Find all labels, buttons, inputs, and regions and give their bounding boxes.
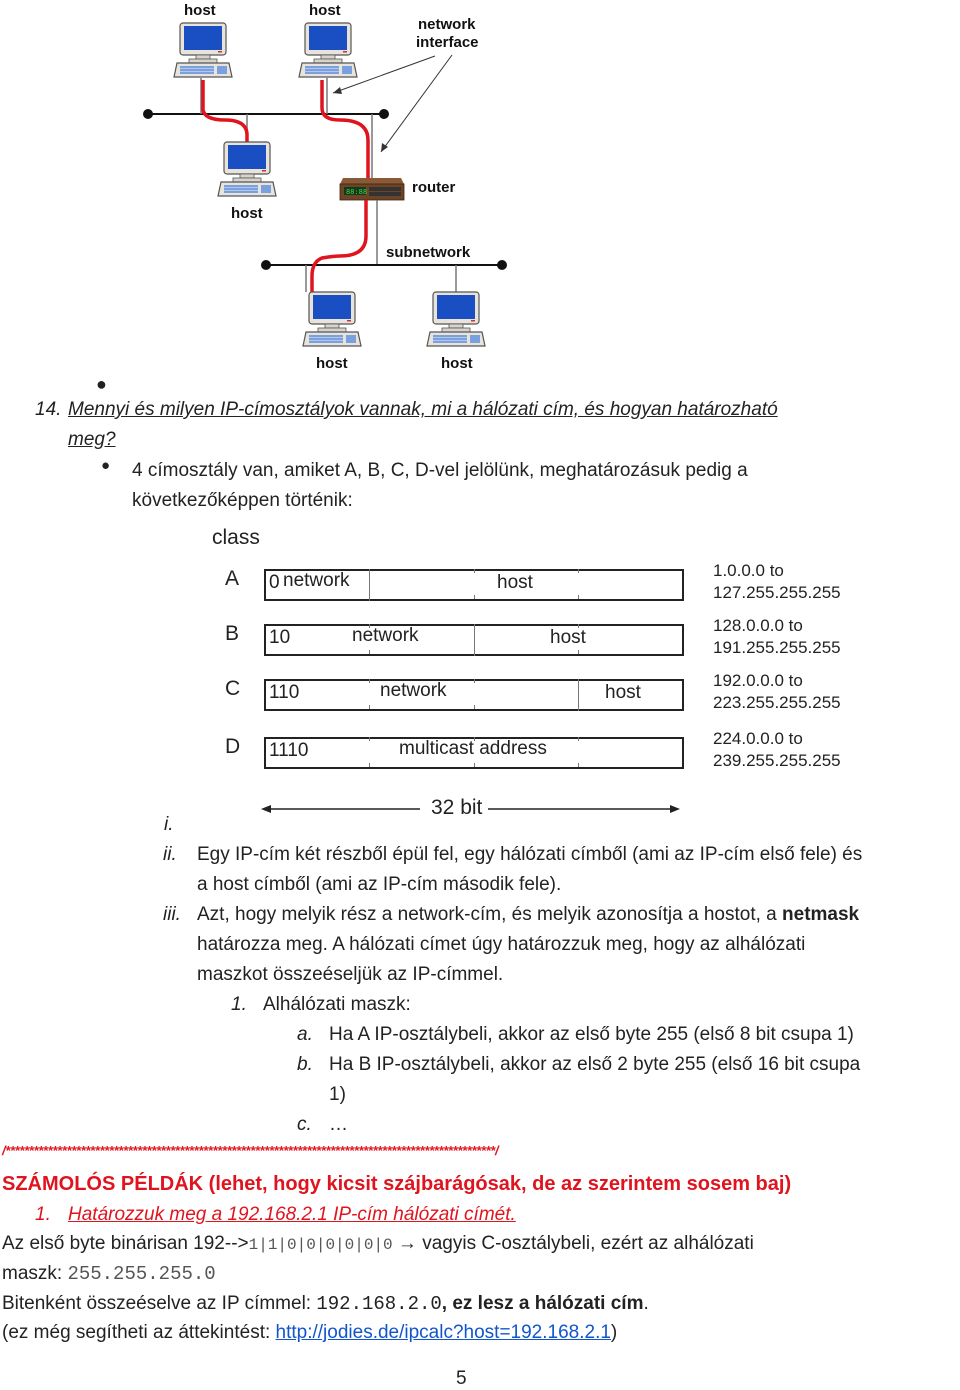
list-item-iii-cont: határozza meg. A hálózati címet úgy hatá… [197,934,806,955]
list-marker-c: c. [297,1114,312,1135]
subnet-mask-heading: Alhálózati maszk: [263,994,411,1015]
label-host: host [231,205,263,222]
question-title: Mennyi és milyen IP-címosztályok vannak,… [68,399,778,420]
host-computer-icon [173,22,233,78]
label-host: host [309,2,341,19]
cable-line [201,80,249,142]
ipcalc-link[interactable]: http://jodies.de/ipcalc?host=192.168.2.1 [276,1322,611,1343]
label-host: host [316,355,348,372]
ip-class-diagram: class A 0 network host 1.0.0.0 to 127.255.255… [195,520,895,819]
list-marker-iii: iii. [163,904,181,925]
list-item-iii-cont: maszkot összeéseljük az IP-címmel. [197,964,504,985]
label-network-interface: interface [416,34,479,51]
network-diagram: 88:88 host host network interface router… [143,2,507,372]
label-host: host [184,2,216,19]
answer-text: 4 címosztály van, amiket A, B, C, D-vel … [132,460,748,481]
subnet-mask-value: 255.255.255.0 [67,1263,216,1285]
netmask-term: netmask [782,904,860,925]
label-network-interface: network [418,16,476,33]
cable-line [320,80,370,178]
list-marker-b: b. [297,1054,313,1075]
list-marker-ii: ii. [163,844,177,865]
example-1-title: Határozzuk meg a 192.168.2.1 IP-cím háló… [68,1204,516,1225]
network-address-value: 192.168.2.0 [316,1293,442,1315]
svg-text:88:88: 88:88 [346,188,367,196]
host-computer-icon [217,141,277,197]
bit-width-label: 32 bit [431,796,483,819]
answer-text-cont: következőképpen történik: [132,490,353,511]
router-icon: 88:88 [339,178,405,201]
label-router: router [412,179,456,196]
question-number: 14. [35,399,62,420]
list-item-iii: Azt, hogy melyik rész a network-cím, és … [197,904,860,925]
list-item-ii: Egy IP-cím két részből épül fel, egy hál… [197,844,863,865]
page-number: 5 [456,1368,467,1389]
list-item-c: … [329,1114,348,1135]
bit-width-arrow [261,805,680,813]
host-computer-icon [298,22,358,78]
list-item-ii-cont: a host címből (ami az IP-cím második fel… [197,874,562,895]
example-line-1: Az első byte binárisan 192-->1|1|0|0|0|0… [2,1233,754,1254]
separator-line: /***************************************… [2,1143,499,1158]
list-marker-a: a. [297,1024,313,1045]
example-line-4: (ez még segítheti az áttekintést: http:/… [2,1322,618,1343]
binary-bits: 1|1|0|0|0|0|0|0 [248,1236,393,1254]
example-line-2: maszk: 255.255.255.0 [2,1263,216,1285]
bullet-icon: ● [96,374,107,394]
list-item-a: Ha A IP-osztálybeli, akkor az első byte … [329,1024,854,1045]
list-item-b-cont: 1) [329,1084,346,1105]
question-title-cont: meg? [68,429,116,450]
examples-heading: SZÁMOLÓS PÉLDÁK (lehet, hogy kicsit száj… [2,1173,792,1195]
list-item-b: Ha B IP-osztálybeli, akkor az első 2 byt… [329,1054,861,1075]
list-marker-i: i. [164,814,174,835]
list-marker-1: 1. [231,994,247,1015]
example-1-marker: 1. [35,1204,51,1225]
example-line-3: Bitenként összeéselve az IP címmel: 192.… [2,1293,649,1315]
host-computer-icon [302,291,362,347]
label-host: host [441,355,473,372]
bullet-icon: ● [101,457,111,474]
host-computer-icon [426,291,486,347]
label-subnetwork: subnetwork [386,244,471,261]
